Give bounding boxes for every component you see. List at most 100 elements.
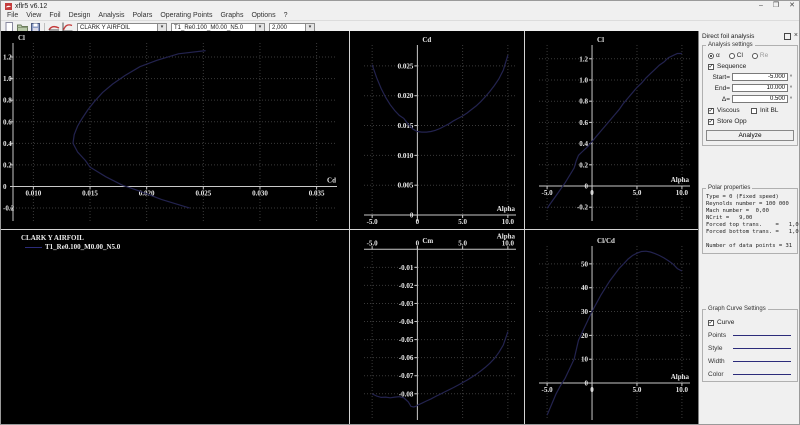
minimize-button[interactable]: – <box>759 1 763 11</box>
polar-property-line: Type = 0 (Fixed speed) <box>706 194 779 200</box>
svg-text:Cl: Cl <box>18 34 25 42</box>
svg-text:-0.03: -0.03 <box>399 300 414 308</box>
maximize-button[interactable]: ❒ <box>773 1 779 11</box>
curve-style-preview-line <box>733 348 791 349</box>
chart-cl-vs-alpha[interactable]: -5.0 0 5.0 10.0-0.200.20.40.60.81.01.2ClAlp… <box>525 31 698 229</box>
polar-properties-text: Type = 0 (Fixed speed) Reynolds number = … <box>706 194 800 250</box>
end-deg: ° <box>789 84 793 92</box>
svg-text:10.0: 10.0 <box>676 386 689 394</box>
chevron-down-icon[interactable] <box>255 23 264 31</box>
curve-checkbox[interactable] <box>708 319 714 326</box>
menu-item-options[interactable]: Options <box>247 12 279 19</box>
curve-setting-label: Points <box>708 332 727 339</box>
graph-curve-settings-title: Graph Curve Settings <box>706 306 768 312</box>
app-logo-icon <box>5 2 12 10</box>
chart-cm-vs-alpha[interactable]: -5.0 0 5.0 10.0 -0.01 -0.02 -0.03 -0.04 -0.05 -0.… <box>350 230 524 425</box>
viscous-checkbox-row[interactable]: Viscous <box>708 107 751 114</box>
radio-alpha[interactable]: α <box>708 52 720 59</box>
polar-property-line: Forced top trans. = 1,00 <box>706 222 800 228</box>
menu-item--[interactable]: ? <box>280 12 292 19</box>
chart-polar-cl-vs-cd[interactable]: 0.010 0.015 0.020 0.025 0.030 0.035-0.200.20.… <box>1 31 349 229</box>
menu-item-polars[interactable]: Polars <box>128 12 156 19</box>
delta-label: Δ= <box>721 95 730 103</box>
svg-text:Cm: Cm <box>422 237 433 245</box>
chart-cell-polar: 0.010 0.015 0.020 0.025 0.030 0.035 -0.2 0 0.2 0.… <box>1 31 349 229</box>
chart-cell-cd: -5.0 0 5.0 10.0 0 0.005 0.010 0.015 0.020 0.025 Cd… <box>350 31 524 229</box>
chevron-down-icon[interactable] <box>157 23 166 31</box>
sequence-checkbox-row[interactable]: Sequence <box>708 63 794 70</box>
close-button[interactable]: ✕ <box>789 1 795 11</box>
curve-setting-label: Style <box>708 345 723 352</box>
curve-checkbox-row[interactable]: Curve <box>708 319 794 326</box>
menu-item-design[interactable]: Design <box>65 12 95 19</box>
svg-text:-0.2: -0.2 <box>3 205 15 213</box>
svg-text:0: 0 <box>3 183 7 191</box>
init-bl-checkbox[interactable] <box>751 107 757 114</box>
menu-item-graphs[interactable]: Graphs <box>216 12 247 19</box>
radio-cl[interactable]: Cl <box>728 52 743 59</box>
curve-setting-row-width[interactable]: Width <box>706 358 794 365</box>
direct-foil-analysis-panel: Direct foil analysis × Analysis settings… <box>698 31 800 424</box>
curve-setting-row-color[interactable]: Color <box>706 371 794 378</box>
svg-text:0.005: 0.005 <box>398 182 414 190</box>
analysis-settings-group: Analysis settings α Cl Re Sequence <box>702 42 798 146</box>
chart-cd-vs-alpha[interactable]: -5.0 0 5.0 10.0 0 0.005 0.010 0.015 0.020 0.025 Cd… <box>350 31 524 229</box>
curve-setting-row-style[interactable]: Style <box>706 345 794 352</box>
svg-text:10.0: 10.0 <box>502 218 515 226</box>
delta-input[interactable] <box>732 95 788 103</box>
menu-item-file[interactable]: File <box>3 12 22 19</box>
svg-text:0.6: 0.6 <box>579 119 588 127</box>
end-input[interactable] <box>732 84 788 92</box>
store-opp-checkbox[interactable] <box>708 118 714 125</box>
dock-title: Direct foil analysis <box>702 32 755 40</box>
legend-polar-name: T1_Re0.100_M0.00_N5.0 <box>45 243 121 251</box>
svg-text:-0.2: -0.2 <box>577 204 589 212</box>
viscous-checkbox[interactable] <box>708 107 714 114</box>
store-opp-checkbox-row[interactable]: Store Opp <box>708 118 794 125</box>
svg-text:1.0: 1.0 <box>3 75 12 83</box>
svg-text:0: 0 <box>416 218 420 226</box>
svg-text:5.0: 5.0 <box>458 239 467 247</box>
curve-style-preview-line <box>733 361 791 362</box>
float-panel-icon[interactable] <box>783 32 791 40</box>
menu-item-view[interactable]: View <box>22 12 45 19</box>
graph-area: 0.010 0.015 0.020 0.025 0.030 0.035 -0.2 0 0.2 0.… <box>1 31 698 425</box>
svg-text:Cd: Cd <box>327 176 336 184</box>
menu-item-analysis[interactable]: Analysis <box>94 12 128 19</box>
chart-clcd-vs-alpha[interactable]: -5.0 0 5.0 10.001020304050Cl/CdAlpha <box>525 230 698 425</box>
title-bar: xflr5 v6.12 – ❒ ✕ <box>1 1 799 11</box>
menu-item-foil[interactable]: Foil <box>45 12 64 19</box>
svg-text:Alpha: Alpha <box>671 176 690 184</box>
app-window: xflr5 v6.12 – ❒ ✕ File View Foil Design Anal… <box>0 0 800 425</box>
svg-text:0.010: 0.010 <box>398 152 414 160</box>
init-bl-checkbox-row[interactable]: Init BL <box>751 107 794 114</box>
sequence-checkbox[interactable] <box>708 63 714 70</box>
menu-item-operating-points[interactable]: Operating Points <box>156 12 216 19</box>
svg-text:0.2: 0.2 <box>579 161 588 169</box>
chart-cell-cm: -5.0 0 5.0 10.0 -0.01 -0.02 -0.03 -0.04 -0.05 -0.… <box>350 230 524 425</box>
chevron-down-icon[interactable] <box>305 23 314 31</box>
svg-text:Alpha: Alpha <box>671 373 690 381</box>
analysis-settings-title: Analysis settings <box>706 42 755 48</box>
svg-text:30: 30 <box>581 308 589 316</box>
svg-text:Cd: Cd <box>422 36 431 44</box>
start-input[interactable] <box>732 73 788 81</box>
chart-cell-clcd: -5.0 0 5.0 10.0 0 10 20 30 40 50 Cl/Cd Alpha <box>525 230 698 425</box>
svg-text:10.0: 10.0 <box>502 239 515 247</box>
svg-text:0.015: 0.015 <box>398 122 414 130</box>
curve-setting-row-points[interactable]: Points <box>706 332 794 339</box>
svg-text:1.0: 1.0 <box>579 76 588 84</box>
radio-cl-circle[interactable] <box>728 52 735 59</box>
svg-text:0.020: 0.020 <box>398 92 414 100</box>
radio-alpha-circle[interactable] <box>708 52 714 59</box>
radio-re: Re <box>751 52 769 59</box>
radio-re-circle <box>751 52 758 59</box>
end-label: End= <box>714 84 730 92</box>
svg-text:-0.07: -0.07 <box>399 372 414 380</box>
analyze-button[interactable]: Analyze <box>706 130 794 141</box>
svg-text:0: 0 <box>585 380 589 388</box>
svg-text:-5.0: -5.0 <box>367 218 379 226</box>
close-panel-icon[interactable]: × <box>794 32 798 39</box>
svg-text:0.025: 0.025 <box>398 62 414 70</box>
radio-re-label: Re <box>759 52 769 59</box>
